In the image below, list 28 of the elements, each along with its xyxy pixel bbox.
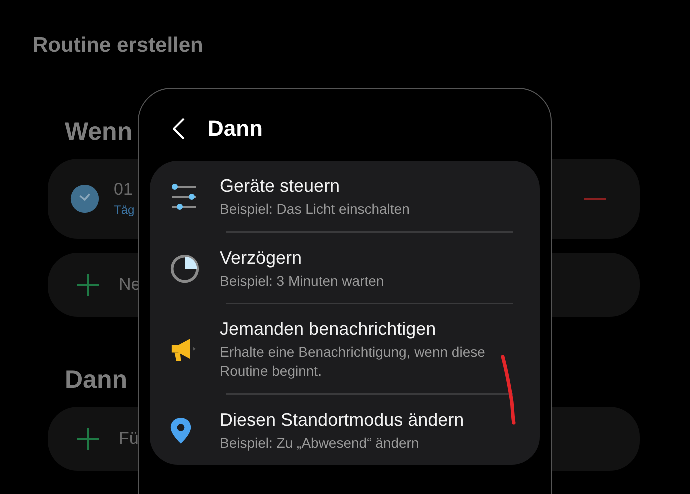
- option-item[interactable]: Jemanden benachrichtigen Erhalte eine Benachrichtigung, wenn diese Routine beginnt.: [150, 304, 540, 393]
- plus-icon: [77, 428, 99, 450]
- option-title: Diesen Standortmodus ändern: [220, 408, 466, 430]
- page-title: Routine erstellen: [33, 33, 204, 59]
- condition-repeat: Täg: [114, 202, 135, 219]
- option-title: Jemanden benachrichtigen: [220, 318, 438, 340]
- plus-icon: [77, 274, 99, 296]
- condition-time: 01: [114, 179, 134, 201]
- option-title: Geräte steuern: [220, 175, 342, 197]
- option-item[interactable]: Geräte steuern Beispiel: Das Licht einschalten: [150, 161, 540, 231]
- timer-icon: [170, 254, 200, 284]
- location-pin-icon: [170, 416, 192, 444]
- annotation-stroke-drawing: [500, 354, 518, 426]
- option-title: Verzögern: [220, 246, 304, 268]
- option-item[interactable]: Verzögern Beispiel: 3 Minuten warten: [150, 232, 540, 302]
- section-heading: Wenn: [65, 117, 133, 147]
- dialog-title: Dann: [208, 116, 263, 142]
- section-heading: Dann: [65, 365, 128, 395]
- back-icon[interactable]: [173, 118, 185, 140]
- sliders-icon: [170, 184, 198, 210]
- clock-icon: [70, 184, 100, 214]
- megaphone-icon: [170, 336, 198, 362]
- option-description: Beispiel: Das Licht einschalten: [220, 200, 411, 219]
- option-description: Erhalte eine Benachrichtigung, wenn diese Routine beginnt.: [220, 343, 486, 381]
- option-description: Beispiel: Zu „Abwesend“ ändern: [220, 434, 420, 452]
- add-label: Fü: [119, 429, 139, 449]
- option-item[interactable]: Diesen Standortmodus ändern Beispiel: Zu „Abwesend“ ändern: [150, 394, 540, 464]
- option-description: Beispiel: 3 Minuten warten: [220, 272, 386, 290]
